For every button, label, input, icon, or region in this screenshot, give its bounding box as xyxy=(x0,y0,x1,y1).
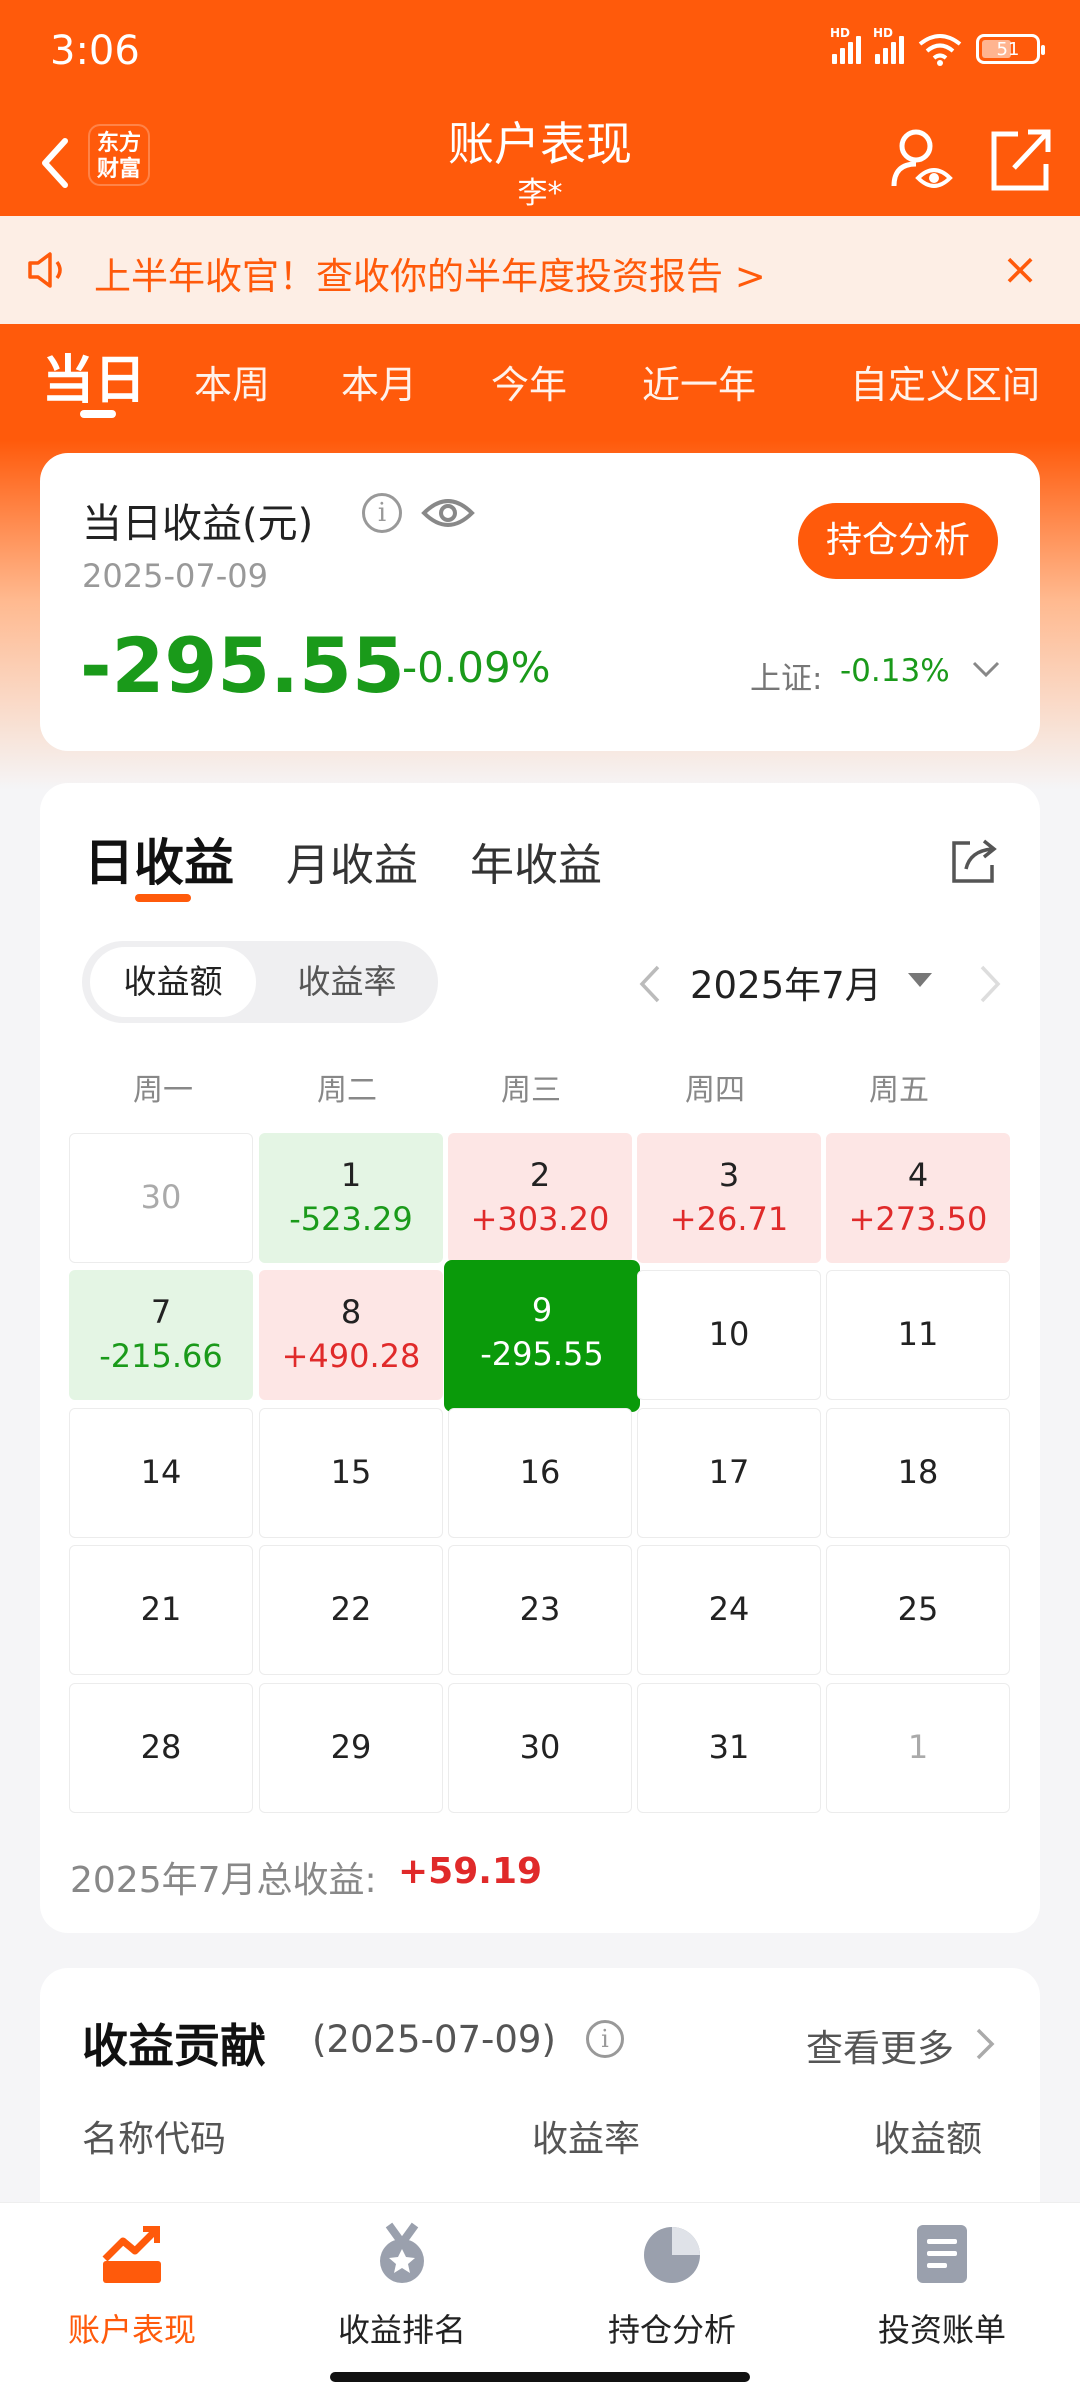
tab-month[interactable]: 本月 xyxy=(341,354,417,409)
share-button[interactable] xyxy=(988,124,1052,194)
month-selector[interactable]: 2025年7月 xyxy=(690,955,882,1009)
chart-up-icon xyxy=(102,2226,161,2283)
weekday-tue: 周二 xyxy=(317,1073,377,1108)
month-total-label: 2025年7月总收益: xyxy=(70,1860,377,1901)
weekday-mon: 周一 xyxy=(133,1073,193,1108)
index-label[interactable]: 上证: xyxy=(750,653,822,698)
calendar-day[interactable]: 14 xyxy=(69,1408,253,1538)
calendar-day[interactable]: 23 xyxy=(448,1545,632,1675)
tab-indicator xyxy=(135,894,191,902)
info-icon[interactable]: i xyxy=(362,493,402,533)
period-tabs: 当日 本周 本月 今年 近一年 自定义区间 xyxy=(0,330,1080,430)
tab-last-year[interactable]: 近一年 xyxy=(642,354,756,409)
signal-icon: HD xyxy=(873,26,904,64)
banner-text[interactable]: 上半年收官！查收你的半年度投资报告 > xyxy=(94,246,766,300)
calendar-day[interactable]: 1 -523.29 xyxy=(259,1133,443,1263)
toggle-rate[interactable]: 收益率 xyxy=(264,947,430,1017)
tab-week[interactable]: 本周 xyxy=(194,354,270,409)
signal-icon: HD xyxy=(830,26,861,64)
calendar-day[interactable]: 10 xyxy=(637,1270,821,1400)
share-icon xyxy=(991,129,1051,191)
nav-bar: 东方 财富 账户表现 李* xyxy=(0,108,1080,218)
calendar-day[interactable]: 16 xyxy=(448,1408,632,1538)
calendar-day[interactable]: 28 xyxy=(69,1683,253,1813)
today-summary-card: 当日收益(元) i 2025-07-09 持仓分析 -295.55 -0.09%… xyxy=(40,453,1040,751)
month-total-value: +59.19 xyxy=(398,1851,543,1892)
calendar-day[interactable]: 7 -215.66 xyxy=(69,1270,253,1400)
calendar-day[interactable]: 11 xyxy=(826,1270,1010,1400)
share-icon[interactable] xyxy=(948,835,1000,887)
tab-today[interactable]: 当日 xyxy=(42,338,146,413)
calendar-day[interactable]: 31 xyxy=(637,1683,821,1813)
tab-indicator xyxy=(80,410,116,418)
eye-icon[interactable] xyxy=(420,491,476,535)
today-earnings-title: 当日收益(元) xyxy=(82,501,314,547)
calendar-day[interactable]: 15 xyxy=(259,1408,443,1538)
pie-chart-icon xyxy=(644,2227,700,2283)
chevron-left-icon[interactable] xyxy=(630,959,670,1009)
weekday-thu: 周四 xyxy=(685,1073,745,1108)
calendar-day[interactable]: 1 xyxy=(826,1683,1010,1813)
chevron-down-icon[interactable] xyxy=(968,651,1004,687)
weekday-fri: 周五 xyxy=(869,1073,929,1108)
bottom-nav: 账户表现 收益排名 持仓分析 投资账单 xyxy=(0,2202,1080,2400)
status-bar: 3:06 HD HD 51 xyxy=(0,0,1080,108)
chevron-right-icon[interactable] xyxy=(970,959,1010,1009)
calendar-day[interactable]: 29 xyxy=(259,1683,443,1813)
calendar-day[interactable]: 3 +26.71 xyxy=(637,1133,821,1263)
holding-analysis-button[interactable]: 持仓分析 xyxy=(798,503,998,579)
index-value[interactable]: -0.13% xyxy=(840,653,950,689)
calendar-day[interactable]: 8 +490.28 xyxy=(259,1270,443,1400)
privacy-button[interactable] xyxy=(890,124,954,194)
metric-toggle: 收益额 收益率 xyxy=(82,941,438,1023)
column-amount[interactable]: 收益额 xyxy=(874,2110,982,2162)
earnings-calendar-card: 日收益 月收益 年收益 收益额 收益率 2025年7月 周一 周二 周三 周四 … xyxy=(40,783,1040,1933)
calendar-day[interactable]: 30 xyxy=(69,1133,253,1263)
calendar-day[interactable]: 17 xyxy=(637,1408,821,1538)
tab-yearly-earnings[interactable]: 年收益 xyxy=(470,829,602,893)
nav-holding-analysis[interactable]: 持仓分析 xyxy=(572,2221,772,2351)
close-icon[interactable]: × xyxy=(996,246,1044,294)
contribution-title: 收益贡献 xyxy=(82,2019,266,2073)
chevron-right-icon[interactable] xyxy=(970,2024,1000,2064)
calendar-day[interactable]: 2 +303.20 xyxy=(448,1133,632,1263)
promo-banner[interactable]: 上半年收官！查收你的半年度投资报告 > × xyxy=(0,216,1080,324)
today-earnings-percent: -0.09% xyxy=(402,643,551,692)
today-earnings-value: -295.55 xyxy=(80,621,405,710)
tab-daily-earnings[interactable]: 日收益 xyxy=(84,823,234,895)
calendar-day[interactable]: 30 xyxy=(448,1683,632,1813)
medal-icon xyxy=(380,2222,424,2283)
calendar-day[interactable]: 4 +273.50 xyxy=(826,1133,1010,1263)
user-eye-icon xyxy=(891,129,953,188)
nav-earnings-ranking[interactable]: 收益排名 xyxy=(302,2221,502,2351)
column-name-code: 名称代码 xyxy=(82,2119,227,2160)
column-rate[interactable]: 收益率 xyxy=(532,2110,640,2162)
status-time: 3:06 xyxy=(50,28,140,74)
weekday-wed: 周三 xyxy=(501,1073,561,1108)
speaker-icon xyxy=(28,252,62,288)
tab-custom-range[interactable]: 自定义区间 xyxy=(850,354,1040,409)
nav-account-performance[interactable]: 账户表现 xyxy=(32,2221,232,2351)
battery-icon: 51 xyxy=(976,34,1045,64)
document-icon xyxy=(917,2225,967,2283)
calendar-day[interactable]: 18 xyxy=(826,1408,1010,1538)
today-date: 2025-07-09 xyxy=(82,557,268,595)
calendar-day[interactable]: 25 xyxy=(826,1545,1010,1675)
tab-monthly-earnings[interactable]: 月收益 xyxy=(286,829,418,893)
dropdown-arrow-icon[interactable] xyxy=(908,973,932,987)
info-icon[interactable]: i xyxy=(586,2020,624,2058)
tab-year[interactable]: 今年 xyxy=(491,354,567,409)
nav-investment-statement[interactable]: 投资账单 xyxy=(842,2221,1042,2351)
home-indicator[interactable] xyxy=(330,2372,750,2382)
toggle-amount[interactable]: 收益额 xyxy=(90,947,256,1017)
calendar-day[interactable]: 22 xyxy=(259,1545,443,1675)
status-icons: HD HD 51 xyxy=(830,26,1045,66)
view-more-link[interactable]: 查看更多 xyxy=(806,2018,954,2072)
wifi-icon xyxy=(918,32,962,66)
contribution-date: (2025-07-09) xyxy=(312,2018,556,2061)
calendar-day[interactable]: 24 xyxy=(637,1545,821,1675)
calendar-day[interactable]: 21 xyxy=(69,1545,253,1675)
calendar-day-selected[interactable]: 9 -295.55 xyxy=(444,1260,640,1412)
